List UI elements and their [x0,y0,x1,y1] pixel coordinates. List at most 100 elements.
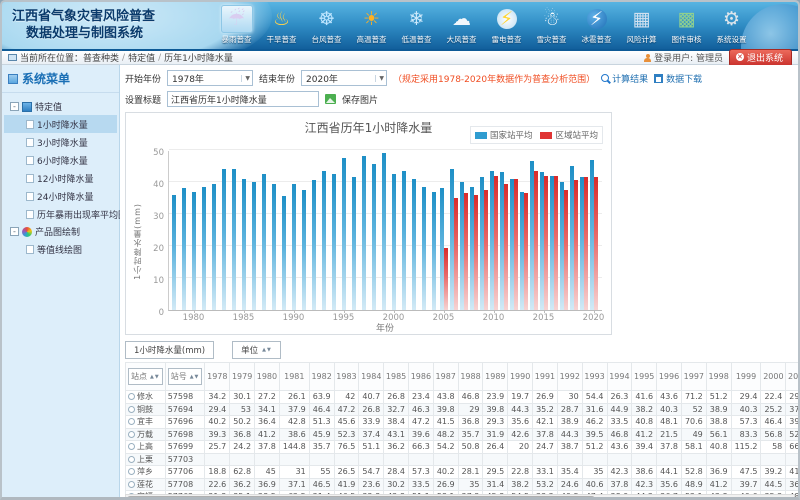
value-cell: 43.1 [384,428,409,441]
value-cell: 45 [255,466,280,479]
station-radio[interactable] [128,393,135,400]
value-cell: 31.4 [483,478,508,491]
toolbar-item-map[interactable]: ▩图件审核 [664,5,709,45]
toolbar-item-label: 雪灾普查 [537,34,567,45]
station-radio[interactable] [128,456,135,463]
value-cell: 26.1 [279,391,309,404]
bar-regional-2010 [494,176,498,310]
station-radio[interactable] [128,468,135,475]
tree-item[interactable]: 3小时降水量 [4,133,117,151]
toolbar-item-calc[interactable]: ▦风险计算 [619,5,664,45]
scrollbar-thumb[interactable] [127,496,595,498]
station-radio[interactable] [128,406,135,413]
value-cell: 39.8 [433,403,458,416]
value-cell: 39.8 [483,403,508,416]
value-cell: 52.3 [334,428,359,441]
value-cell [786,453,798,466]
value-cell: 37.8 [533,428,558,441]
value-cell: 46.8 [458,391,483,404]
tree-item[interactable]: 24小时降水量 [4,187,117,205]
value-cell: 48.1 [657,416,682,429]
value-cell: 144.8 [279,441,309,454]
tree-item[interactable]: 1小时降水量 [4,115,117,133]
station-id-sort-control[interactable]: 站号▲▼ [168,368,203,385]
breadcrumb-segment[interactable]: 特定值 [128,51,155,64]
toolbar-item-sun[interactable]: ☀高温普查 [349,5,394,45]
expander-icon[interactable]: - [10,227,19,236]
tree-item[interactable]: 6小时降水量 [4,151,117,169]
toolbar-item-settings[interactable]: ⚙系统设置 [709,5,754,45]
table-row: 宜丰5769640.250.236.442.851.345.633.938.44… [126,416,799,429]
calc-result-button[interactable]: 计算结果 [601,72,648,85]
rain-icon: ☔ [221,5,253,33]
app-window: 江西省气象灾害风险普查 数据处理与制图系统 ☔暴雨普查♨干旱普查☸台风普查☀高温… [0,0,800,500]
toolbar-item-hail[interactable]: ⚡冰雹普查 [574,5,619,45]
tree-group-1[interactable]: -产品图绘制 [4,223,117,240]
sidebar-tree: -特定值1小时降水量3小时降水量6小时降水量12小时降水量24小时降水量历年暴雨… [2,93,119,263]
toolbar-item-heat[interactable]: ♨干旱普查 [259,5,304,45]
value-cell [409,453,434,466]
station-radio[interactable] [128,481,135,488]
value-cell: 52.7 [786,428,798,441]
toolbar-item-cold[interactable]: ❄低温普查 [394,5,439,45]
value-cell: 41.2 [255,428,280,441]
value-cell: 46.8 [607,428,632,441]
tree-item[interactable]: 历年暴雨出现率平均图 [4,205,117,223]
bar-national-1981 [202,187,206,310]
value-cell: 29 [458,403,483,416]
toolbar-item-wind[interactable]: ☁大风普查 [439,5,484,45]
value-cell: 34.2 [205,391,230,404]
value-cell: 37.8 [657,441,682,454]
x-tick-label: 1980 [183,313,205,323]
value-cell: 23.4 [409,391,434,404]
bar-national-2002 [412,179,416,310]
legend-item-regional[interactable]: 区域站平均 [540,129,598,141]
breadcrumb-segment[interactable]: 普查种类 [83,51,119,64]
value-cell: 26.8 [359,403,384,416]
value-cell [657,453,682,466]
toolbar-item-typhoon[interactable]: ☸台风普查 [304,5,349,45]
breadcrumb-segment[interactable]: 历年1小时降水量 [164,51,233,64]
chart-title-input[interactable] [167,91,319,107]
sidebar: 系统菜单 -特定值1小时降水量3小时降水量6小时降水量12小时降水量24小时降水… [2,65,120,497]
value-cell: 35.6 [508,416,533,429]
value-cell: 42.1 [533,416,558,429]
data-download-button[interactable]: 数据下载 [654,72,702,85]
value-cell: 38.9 [557,416,582,429]
station-name: 上栗 [137,455,153,464]
value-cell: 22.6 [205,478,230,491]
value-cell: 26.8 [384,391,409,404]
snow-icon: ☃ [536,5,568,33]
legend-item-national[interactable]: 国家站平均 [475,129,533,141]
value-cell: 50.2 [230,416,255,429]
station-radio[interactable] [128,431,135,438]
value-cell: 28.7 [557,403,582,416]
station-radio[interactable] [128,443,135,450]
value-cell [508,453,533,466]
unit-sort-control[interactable]: 单位 ▲▼ [232,341,281,359]
end-year-select[interactable]: 2020年 ▼ [301,70,387,86]
save-image-button[interactable]: 保存图片 [342,93,378,106]
value-cell: 39.2 [761,466,786,479]
expander-icon[interactable]: - [10,102,19,111]
toolbar-item-snow[interactable]: ☃雪灾普查 [529,5,574,45]
start-year-select[interactable]: 1978年 ▼ [167,70,253,86]
tree-item[interactable]: 12小时降水量 [4,169,117,187]
bar-national-2013 [520,192,524,310]
station-id: 57699 [165,441,205,454]
station-sort-control[interactable]: 站点▲▼ [128,368,163,385]
bar-national-1992 [312,180,316,310]
logout-button[interactable]: ✕ 退出系统 [729,49,792,67]
tree-group-0[interactable]: -特定值 [4,98,117,115]
toolbar-item-lightning[interactable]: ⚡雷电普查 [484,5,529,45]
bar-national-1990 [292,184,296,310]
value-cell [359,453,384,466]
toolbar-item-rain[interactable]: ☔暴雨普查 [214,5,259,45]
value-cell: 35.7 [458,428,483,441]
tree-item[interactable]: 等值线绘图 [4,240,117,258]
station-radio[interactable] [128,418,135,425]
app-title: 江西省气象灾害风险普查 数据处理与制图系统 [12,8,155,42]
horizontal-scrollbar[interactable] [125,494,795,498]
bar-national-1995 [342,158,346,310]
bar-national-1997 [362,156,366,310]
